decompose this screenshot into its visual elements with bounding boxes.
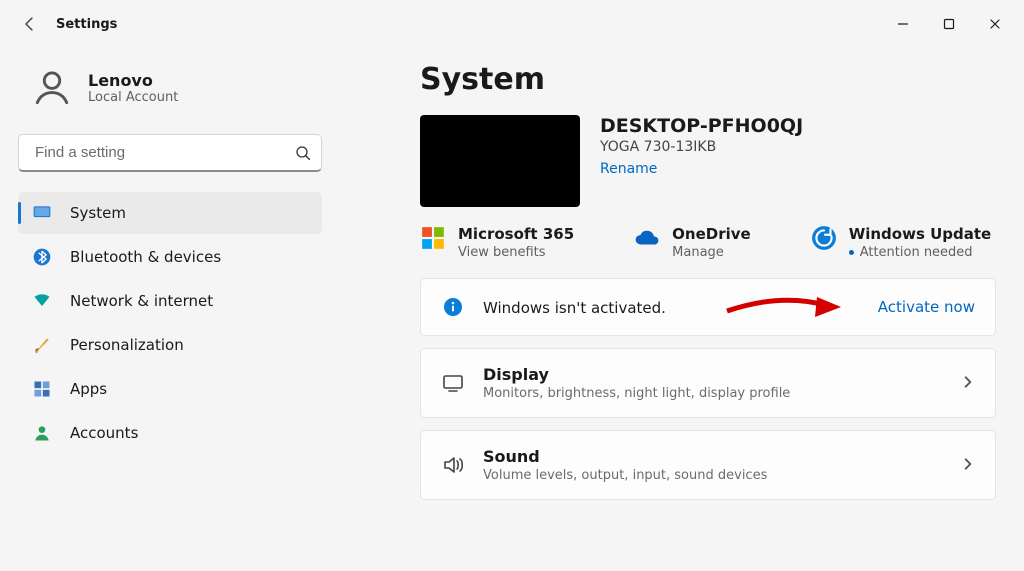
wifi-icon	[32, 291, 52, 311]
window-controls	[880, 4, 1018, 44]
nav-label: Apps	[70, 380, 107, 398]
search-icon	[295, 145, 311, 161]
sidebar: Lenovo Local Account System Bluetooth & …	[0, 48, 340, 571]
tile-windows-update[interactable]: Windows Update Attention needed	[811, 225, 992, 260]
attention-dot-icon	[849, 250, 854, 255]
nav-label: Accounts	[70, 424, 138, 442]
main-content: System DESKTOP-PFHO0QJ YOGA 730-13IKB Re…	[340, 48, 1024, 571]
nav-accounts[interactable]: Accounts	[18, 412, 322, 454]
account-block[interactable]: Lenovo Local Account	[18, 58, 322, 134]
account-name: Lenovo	[88, 71, 178, 90]
display-icon	[441, 371, 465, 395]
status-tiles: Microsoft 365 View benefits OneDrive Man…	[420, 225, 996, 260]
activate-now-link[interactable]: Activate now	[878, 298, 975, 316]
nav-label: Personalization	[70, 336, 184, 354]
title-bar: Settings	[0, 0, 1024, 48]
bluetooth-icon	[32, 247, 52, 267]
tile-sub: View benefits	[458, 245, 574, 260]
nav-personalization[interactable]: Personalization	[18, 324, 322, 366]
nav-system[interactable]: System	[18, 192, 322, 234]
card-title: Display	[483, 365, 943, 384]
nav-network[interactable]: Network & internet	[18, 280, 322, 322]
card-subtitle: Volume levels, output, input, sound devi…	[483, 468, 943, 483]
device-model: YOGA 730-13IKB	[600, 139, 803, 155]
card-title: Sound	[483, 447, 943, 466]
device-name: DESKTOP-PFHO0QJ	[600, 115, 803, 137]
rename-link[interactable]: Rename	[600, 161, 803, 177]
cloud-icon	[634, 225, 660, 251]
device-info: DESKTOP-PFHO0QJ YOGA 730-13IKB Rename	[420, 115, 996, 207]
microsoft-logo-icon	[420, 225, 446, 251]
search-box[interactable]	[18, 134, 322, 172]
tile-title: OneDrive	[672, 225, 751, 243]
activation-banner: Windows isn't activated. Activate now	[420, 278, 996, 336]
update-icon	[811, 225, 837, 251]
brush-icon	[32, 335, 52, 355]
nav-bluetooth[interactable]: Bluetooth & devices	[18, 236, 322, 278]
person-icon	[32, 423, 52, 443]
system-icon	[32, 203, 52, 223]
tile-microsoft365[interactable]: Microsoft 365 View benefits	[420, 225, 574, 260]
device-thumbnail	[420, 115, 580, 207]
tile-sub: Manage	[672, 245, 751, 260]
card-subtitle: Monitors, brightness, night light, displ…	[483, 386, 943, 401]
info-icon	[441, 295, 465, 319]
back-icon[interactable]	[20, 14, 40, 34]
account-type: Local Account	[88, 90, 178, 105]
nav-label: Network & internet	[70, 292, 213, 310]
chevron-right-icon	[961, 456, 975, 475]
minimize-button[interactable]	[880, 4, 926, 44]
nav-label: System	[70, 204, 126, 222]
maximize-button[interactable]	[926, 4, 972, 44]
page-heading: System	[420, 62, 996, 97]
settings-item-display[interactable]: Display Monitors, brightness, night ligh…	[420, 348, 996, 418]
app-title: Settings	[56, 17, 117, 32]
activation-message: Windows isn't activated.	[483, 299, 666, 317]
nav-list: System Bluetooth & devices Network & int…	[18, 192, 322, 454]
chevron-right-icon	[961, 374, 975, 393]
tile-title: Microsoft 365	[458, 225, 574, 243]
tile-onedrive[interactable]: OneDrive Manage	[634, 225, 751, 260]
tile-title: Windows Update	[849, 225, 992, 243]
search-input[interactable]	[33, 143, 295, 162]
apps-icon	[32, 379, 52, 399]
close-button[interactable]	[972, 4, 1018, 44]
tile-sub: Attention needed	[849, 245, 992, 260]
sound-icon	[441, 453, 465, 477]
nav-label: Bluetooth & devices	[70, 248, 221, 266]
settings-item-sound[interactable]: Sound Volume levels, output, input, soun…	[420, 430, 996, 500]
avatar-icon	[30, 66, 74, 110]
nav-apps[interactable]: Apps	[18, 368, 322, 410]
